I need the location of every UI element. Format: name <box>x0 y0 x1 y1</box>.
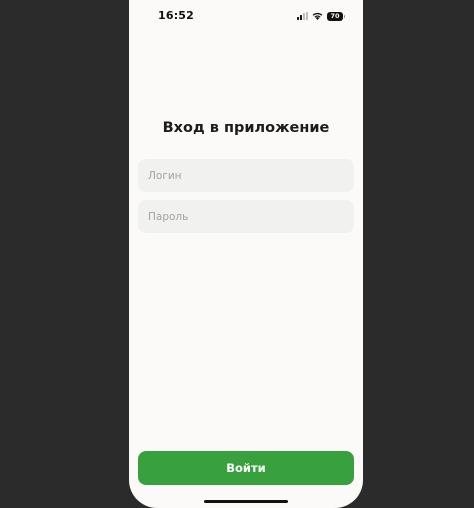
home-indicator <box>204 500 288 503</box>
signal-icon <box>297 12 308 20</box>
login-button[interactable]: Войти <box>138 451 354 485</box>
login-input[interactable] <box>138 159 354 192</box>
status-icons: 70 <box>297 11 345 21</box>
wifi-icon <box>312 12 323 20</box>
status-time: 16:52 <box>158 9 195 22</box>
page-title: Вход в приложение <box>162 120 330 136</box>
status-bar: 16:52 70 <box>129 0 363 34</box>
battery-icon: 70 <box>327 11 345 21</box>
password-input[interactable] <box>138 200 354 233</box>
phone-screen: 16:52 70 Вход в приложение Войти <box>129 0 363 508</box>
